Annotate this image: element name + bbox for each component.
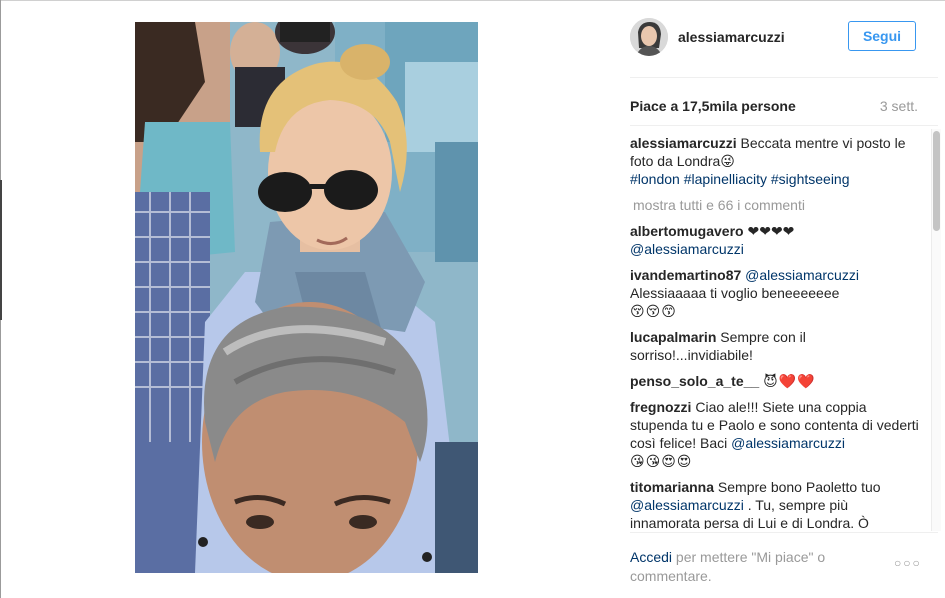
comment-text: ❤❤❤❤ [747, 223, 795, 239]
comment-username[interactable]: penso_solo_a_te__ [630, 373, 759, 389]
post-side-panel: alessiamarcuzzi Segui Piace a 17,5mila p… [610, 0, 945, 598]
avatar-image [630, 18, 668, 56]
comment-emoji: 😈❤️❤️ [763, 373, 816, 389]
comment-emoji: 😚😚😙 [630, 303, 677, 319]
comment-emoji: 😘😘😍😍 [630, 453, 693, 469]
post-caption: alessiamarcuzzi Beccata mentre vi posto … [630, 134, 920, 188]
post-time-ago[interactable]: 3 sett. [880, 98, 918, 114]
comment-item: penso_solo_a_te__ 😈❤️❤️ [630, 372, 920, 390]
likes-divider [630, 125, 938, 126]
comment-mention[interactable]: @alessiamarcuzzi [731, 435, 845, 451]
comment-username[interactable]: albertomugavero [630, 223, 744, 239]
comment-item: ivandemartino87 @alessiamarcuzzi Alessia… [630, 266, 920, 320]
comment-item: fregnozzi Ciao ale!!! Siete una coppia s… [630, 398, 920, 470]
comment-username[interactable]: ivandemartino87 [630, 267, 741, 283]
selfie-photo-illustration [135, 22, 478, 573]
comment-username[interactable]: fregnozzi [630, 399, 691, 415]
footer-divider [630, 532, 938, 533]
comment-footer: Accedi per mettere "Mi piace" o commenta… [630, 548, 880, 586]
likes-count[interactable]: Piace a 17,5mila persone [630, 98, 796, 114]
comment-username[interactable]: lucapalmarin [630, 329, 716, 345]
comment-text: Alessiaaaaa ti voglio beneeeeeee [630, 285, 840, 301]
comments-scrollbar-thumb[interactable] [933, 131, 940, 231]
load-more-comments-link[interactable]: mostra tutti e 66 i commenti [633, 196, 920, 214]
login-link[interactable]: Accedi [630, 549, 672, 565]
post-author-username[interactable]: alessiamarcuzzi [678, 29, 785, 45]
ellipsis-icon[interactable]: ○○○ [894, 556, 922, 570]
comment-mention[interactable]: @alessiamarcuzzi [630, 241, 744, 257]
likes-row: Piace a 17,5mila persone 3 sett. [630, 97, 918, 117]
post-dialog: alessiamarcuzzi Segui Piace a 17,5mila p… [0, 0, 945, 598]
post-photo[interactable] [135, 22, 478, 573]
comment-text: Sempre bono Paoletto tuo [717, 479, 881, 495]
comment-item: lucapalmarin Sempre con il sorriso!...in… [630, 328, 920, 364]
caption-emoji: 😜 [720, 153, 736, 169]
comment-item: albertomugavero ❤❤❤❤ @alessiamarcuzzi [630, 222, 920, 258]
header-divider [630, 77, 938, 78]
caption-username[interactable]: alessiamarcuzzi [630, 135, 737, 151]
hashtag-link[interactable]: #sightseeing [771, 171, 850, 187]
comments-list[interactable]: alessiamarcuzzi Beccata mentre vi posto … [630, 133, 920, 529]
window-edge-marker [0, 180, 2, 320]
post-header: alessiamarcuzzi Segui [610, 0, 945, 76]
follow-button[interactable]: Segui [848, 21, 916, 51]
comment-mention[interactable]: @alessiamarcuzzi [745, 267, 859, 283]
comment-mention[interactable]: @alessiamarcuzzi [630, 497, 744, 513]
comment-item: titomarianna Sempre bono Paoletto tuo @a… [630, 478, 920, 529]
hashtag-link[interactable]: #london [630, 171, 680, 187]
comment-username[interactable]: titomarianna [630, 479, 714, 495]
avatar[interactable] [630, 18, 668, 56]
hashtag-link[interactable]: #lapinelliacity [684, 171, 767, 187]
